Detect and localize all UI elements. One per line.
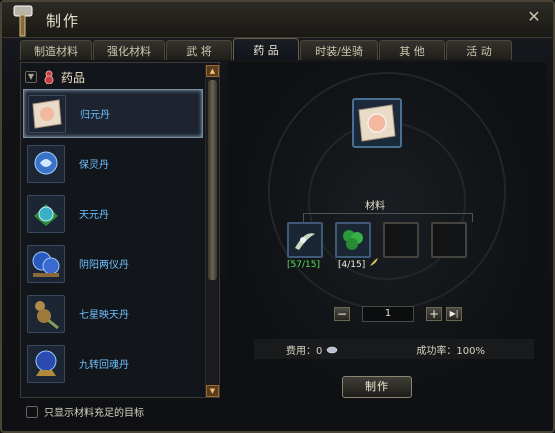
materials-label: 材料: [365, 201, 385, 212]
gourd-icon: [27, 294, 65, 333]
filter-label: 只显示材料充足的目标: [44, 408, 144, 419]
result-item-slot[interactable]: [352, 98, 402, 148]
category-header[interactable]: ▼ 药品: [25, 67, 203, 87]
quantity-stepper: − 1 + ▶|: [334, 306, 462, 322]
make-button[interactable]: 制作: [342, 376, 412, 398]
herb-icon: [295, 233, 315, 250]
pill-icon: [27, 244, 65, 283]
silver-icon: [327, 346, 338, 354]
list-item[interactable]: 阴阳两仪丹: [23, 239, 203, 288]
crafting-window: 制作 ✕ 制造材料 强化材料 武 将 药 品 时装/坐骑 其 他 活 动 ▼ 药…: [0, 0, 555, 433]
item-label: 七星映天丹: [79, 310, 129, 321]
hammer-icon: [13, 5, 33, 37]
quantity-input[interactable]: 1: [362, 306, 414, 322]
craft-info-bar: 费用：0 成功率：100%: [254, 339, 534, 359]
list-item[interactable]: 七星映天丹: [23, 289, 203, 338]
item-label: 九转回魂丹: [79, 360, 129, 371]
pill-icon: [358, 104, 396, 142]
leaf-icon: [343, 230, 363, 250]
connector-line: [303, 213, 473, 214]
tab-other[interactable]: 其 他: [379, 40, 445, 60]
success-rate-label: 成功率：100%: [416, 345, 485, 357]
window-title: 制作: [46, 12, 81, 30]
cost-label: 费用：0: [286, 345, 323, 357]
material-1-count: [57/15]: [287, 260, 320, 270]
item-label: 保灵丹: [79, 160, 109, 171]
tab-events[interactable]: 活 动: [446, 40, 512, 60]
list-item[interactable]: 保灵丹: [23, 139, 203, 188]
recipe-list: 归元丹 保灵丹 天元丹 阴阳两仪丹 七星映天丹 九转回魂丹: [23, 89, 203, 389]
list-item[interactable]: 天元丹: [23, 189, 203, 238]
pill-icon: [27, 344, 65, 383]
decrease-button[interactable]: −: [334, 307, 350, 321]
connector-line: [472, 213, 473, 222]
filter-option[interactable]: 只显示材料充足的目标: [26, 404, 144, 419]
tab-fashion-mount[interactable]: 时装/坐骑: [300, 40, 378, 60]
tab-medicine[interactable]: 药 品: [233, 38, 299, 60]
item-label: 阴阳两仪丹: [79, 260, 129, 271]
close-button[interactable]: ✕: [525, 8, 543, 26]
tab-bar: 制造材料 强化材料 武 将 药 品 时装/坐骑 其 他 活 动: [20, 38, 512, 60]
item-label: 天元丹: [79, 210, 109, 221]
pill-icon: [27, 144, 65, 183]
filter-checkbox[interactable]: [26, 405, 38, 418]
pill-icon: [27, 194, 65, 233]
tab-generals[interactable]: 武 将: [166, 40, 232, 60]
category-label: 药品: [61, 70, 86, 85]
item-label: 归元丹: [80, 110, 110, 121]
scroll-down-button[interactable]: ▼: [206, 385, 219, 397]
craft-detail-panel: 材料 [57/15] [4/15] − 1 + ▶| 费用：0 成功率：100%…: [228, 62, 546, 406]
connector-line: [303, 213, 304, 222]
material-slot-1[interactable]: [287, 222, 323, 258]
recipe-list-panel: ▼ 药品 归元丹 保灵丹 天元丹 阴阳两仪丹 七星映天丹 九转回魂丹 ▲ ▼: [20, 62, 220, 398]
title-bar[interactable]: 制作 ✕: [2, 2, 553, 38]
scroll-up-button[interactable]: ▲: [206, 65, 219, 77]
material-slot-4[interactable]: [431, 222, 467, 258]
collapse-icon[interactable]: ▼: [25, 71, 37, 83]
feather-icon: [370, 258, 378, 266]
gourd-icon: [44, 70, 54, 84]
scroll-thumb[interactable]: [208, 80, 217, 280]
increase-button[interactable]: +: [426, 307, 442, 321]
max-button[interactable]: ▶|: [446, 307, 462, 321]
material-slot-2[interactable]: [335, 222, 371, 258]
tab-enhance-materials[interactable]: 强化材料: [93, 40, 165, 60]
material-2-count: [4/15]: [338, 260, 366, 270]
pill-icon: [28, 94, 66, 133]
list-item[interactable]: 归元丹: [23, 89, 203, 138]
list-scrollbar[interactable]: ▲ ▼: [205, 65, 219, 397]
list-item[interactable]: 九转回魂丹: [23, 339, 203, 388]
material-slot-3[interactable]: [383, 222, 419, 258]
tab-craft-materials[interactable]: 制造材料: [20, 40, 92, 60]
